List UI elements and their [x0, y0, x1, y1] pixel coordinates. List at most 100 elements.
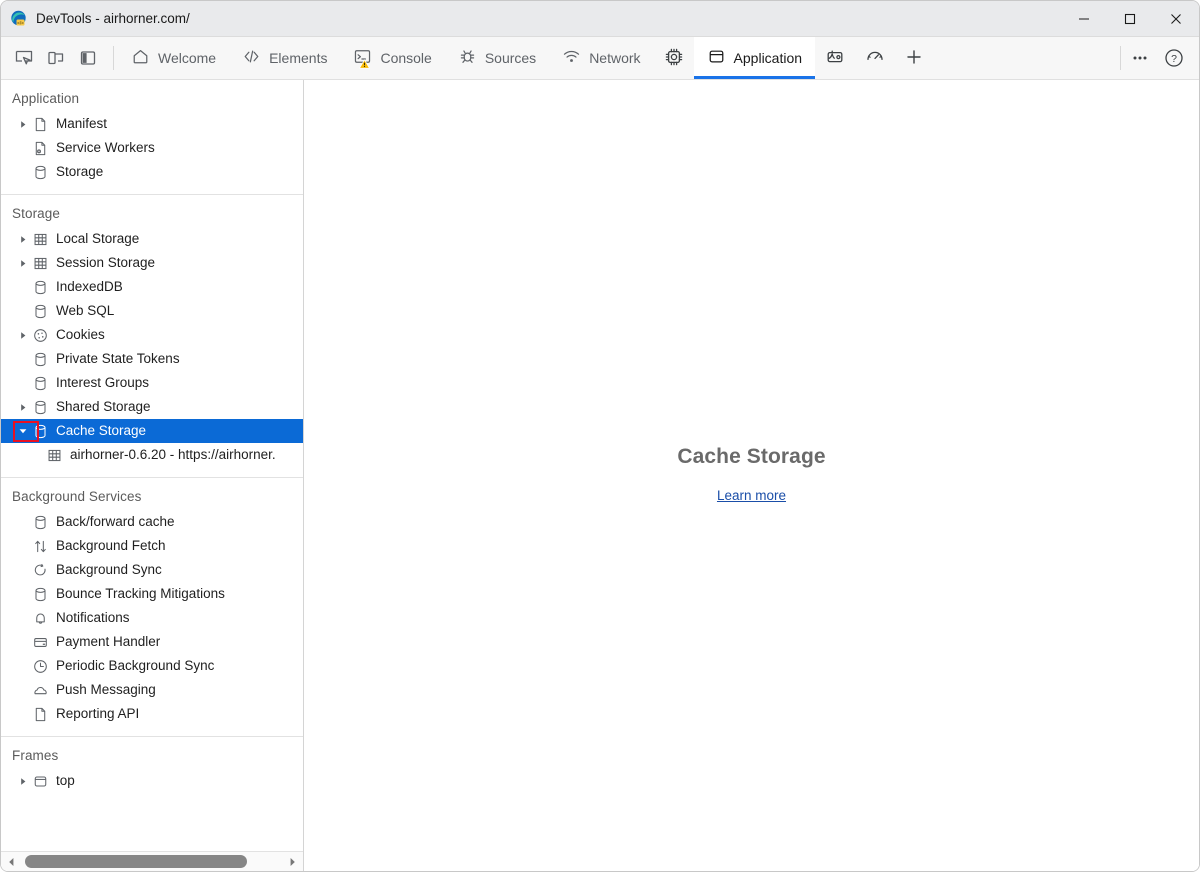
sidebar-item-manifest[interactable]: Manifest [1, 112, 303, 136]
devtools-body: Application Manifest [1, 80, 1199, 871]
close-icon[interactable] [1153, 1, 1199, 36]
sidebar-item-session-storage[interactable]: Session Storage [1, 251, 303, 275]
database-icon [31, 352, 49, 367]
sidebar-item-web-sql[interactable]: Web SQL [1, 299, 303, 323]
tab-network[interactable]: Network [549, 37, 653, 79]
sidebar-item-interest-groups[interactable]: Interest Groups [1, 371, 303, 395]
sidebar-item-label: Cache Storage [56, 424, 146, 438]
sidebar-item-top-frame[interactable]: top [1, 769, 303, 793]
tab-memory-inspector[interactable] [815, 37, 855, 79]
sidebar-scroll-area: Application Manifest [1, 80, 303, 851]
sidebar-item-shared-storage[interactable]: Shared Storage [1, 395, 303, 419]
sidebar-item-service-workers[interactable]: Service Workers [1, 136, 303, 160]
scroll-right-arrow-icon[interactable] [284, 857, 301, 867]
toolbar-left-icons [1, 37, 109, 79]
title-bar-left: </> DevTools - airhorner.com/ [1, 10, 1061, 27]
scrollbar-thumb[interactable] [25, 855, 247, 868]
sidebar-item-cache-entry[interactable]: airhorner-0.6.20 - https://airhorner. [1, 443, 303, 467]
sidebar-item-label: Web SQL [56, 304, 114, 318]
wifi-icon [562, 47, 581, 69]
devtools-toolbar: Welcome Elements Console [1, 37, 1199, 80]
arrows-up-down-icon [31, 539, 49, 554]
tab-welcome[interactable]: Welcome [118, 37, 229, 79]
sidebar-item-private-state-tokens[interactable]: Private State Tokens [1, 347, 303, 371]
learn-more-link[interactable]: Learn more [717, 488, 786, 503]
cpu-chip-icon [663, 46, 685, 71]
sidebar-item-storage[interactable]: Storage [1, 160, 303, 184]
sidebar-item-cache-storage[interactable]: Cache Storage [1, 419, 303, 443]
sidebar-item-indexeddb[interactable]: IndexedDB [1, 275, 303, 299]
sidebar-item-local-storage[interactable]: Local Storage [1, 227, 303, 251]
page-title: Cache Storage [677, 445, 825, 469]
sidebar-item-bounce-tracking-mitigations[interactable]: Bounce Tracking Mitigations [1, 582, 303, 606]
help-question-icon[interactable]: ? [1159, 43, 1189, 73]
sidebar-item-notifications[interactable]: Notifications [1, 606, 303, 630]
chevron-down-icon[interactable] [15, 426, 31, 436]
sidebar-item-payment-handler[interactable]: Payment Handler [1, 630, 303, 654]
credit-card-icon [31, 635, 49, 650]
chevron-right-icon[interactable] [15, 259, 31, 268]
tab-console[interactable]: Console [340, 37, 444, 79]
tab-performance-chip[interactable] [654, 37, 694, 79]
database-icon [31, 400, 49, 415]
sidebar-item-background-sync[interactable]: Background Sync [1, 558, 303, 582]
sidebar-section-frames: Frames top [1, 737, 303, 851]
chevron-right-icon[interactable] [15, 331, 31, 340]
sidebar-item-label: top [56, 774, 75, 788]
sync-circular-arrow-icon [31, 563, 49, 578]
section-header: Storage [1, 204, 303, 227]
chevron-right-icon[interactable] [15, 403, 31, 412]
tab-sources[interactable]: Sources [445, 37, 549, 79]
inspect-element-icon[interactable] [9, 43, 39, 73]
section-header: Frames [1, 746, 303, 769]
edge-devtools-logo-icon: </> [10, 10, 27, 27]
sidebar-item-push-messaging[interactable]: Push Messaging [1, 678, 303, 702]
chevron-right-icon[interactable] [15, 235, 31, 244]
svg-text:</>: </> [17, 20, 24, 25]
sidebar-item-label: Background Sync [56, 563, 162, 577]
tab-performance-insights[interactable] [855, 37, 895, 79]
sidebar-item-label: airhorner-0.6.20 - https://airhorner. [70, 448, 276, 462]
sidebar-item-label: Bounce Tracking Mitigations [56, 587, 225, 601]
sidebar-item-cookies[interactable]: Cookies [1, 323, 303, 347]
window-controls [1061, 1, 1199, 36]
sidebar-item-reporting-api[interactable]: Reporting API [1, 702, 303, 726]
add-panel-plus-icon[interactable] [895, 37, 933, 79]
sidebar-item-label: Notifications [56, 611, 130, 625]
chevron-right-icon[interactable] [15, 777, 31, 786]
database-icon [31, 165, 49, 180]
sidebar-item-label: Cookies [56, 328, 105, 342]
warning-badge-icon [359, 56, 370, 72]
device-toolbar-icon[interactable] [41, 43, 71, 73]
sidebar-item-label: Local Storage [56, 232, 139, 246]
section-header: Application [1, 89, 303, 112]
more-options-icon[interactable] [1125, 43, 1155, 73]
tab-label: Sources [485, 51, 536, 65]
sidebar-item-label: IndexedDB [56, 280, 123, 294]
minimize-icon[interactable] [1061, 1, 1107, 36]
sidebar-item-label: Payment Handler [56, 635, 160, 649]
tab-application[interactable]: Application [694, 37, 816, 79]
sidebar-item-label: Background Fetch [56, 539, 166, 553]
dock-side-icon[interactable] [73, 43, 103, 73]
scroll-left-arrow-icon[interactable] [3, 857, 20, 867]
empty-state: Cache Storage Learn more [677, 445, 825, 505]
database-icon [31, 587, 49, 602]
scrollbar-track[interactable] [22, 855, 282, 868]
bell-icon [31, 611, 49, 626]
database-icon [31, 515, 49, 530]
sidebar-item-label: Reporting API [56, 707, 139, 721]
sidebar-item-periodic-background-sync[interactable]: Periodic Background Sync [1, 654, 303, 678]
sidebar-item-back-forward-cache[interactable]: Back/forward cache [1, 510, 303, 534]
chevron-right-icon[interactable] [15, 120, 31, 129]
tab-elements[interactable]: Elements [229, 37, 340, 79]
sidebar-item-background-fetch[interactable]: Background Fetch [1, 534, 303, 558]
section-header: Background Services [1, 487, 303, 510]
sidebar-item-label: Back/forward cache [56, 515, 175, 529]
memory-inspector-icon [824, 46, 846, 71]
cloud-icon [31, 683, 49, 698]
sidebar-horizontal-scrollbar[interactable] [1, 851, 303, 871]
tab-label: Elements [269, 51, 327, 65]
maximize-icon[interactable] [1107, 1, 1153, 36]
clock-icon [31, 659, 49, 674]
